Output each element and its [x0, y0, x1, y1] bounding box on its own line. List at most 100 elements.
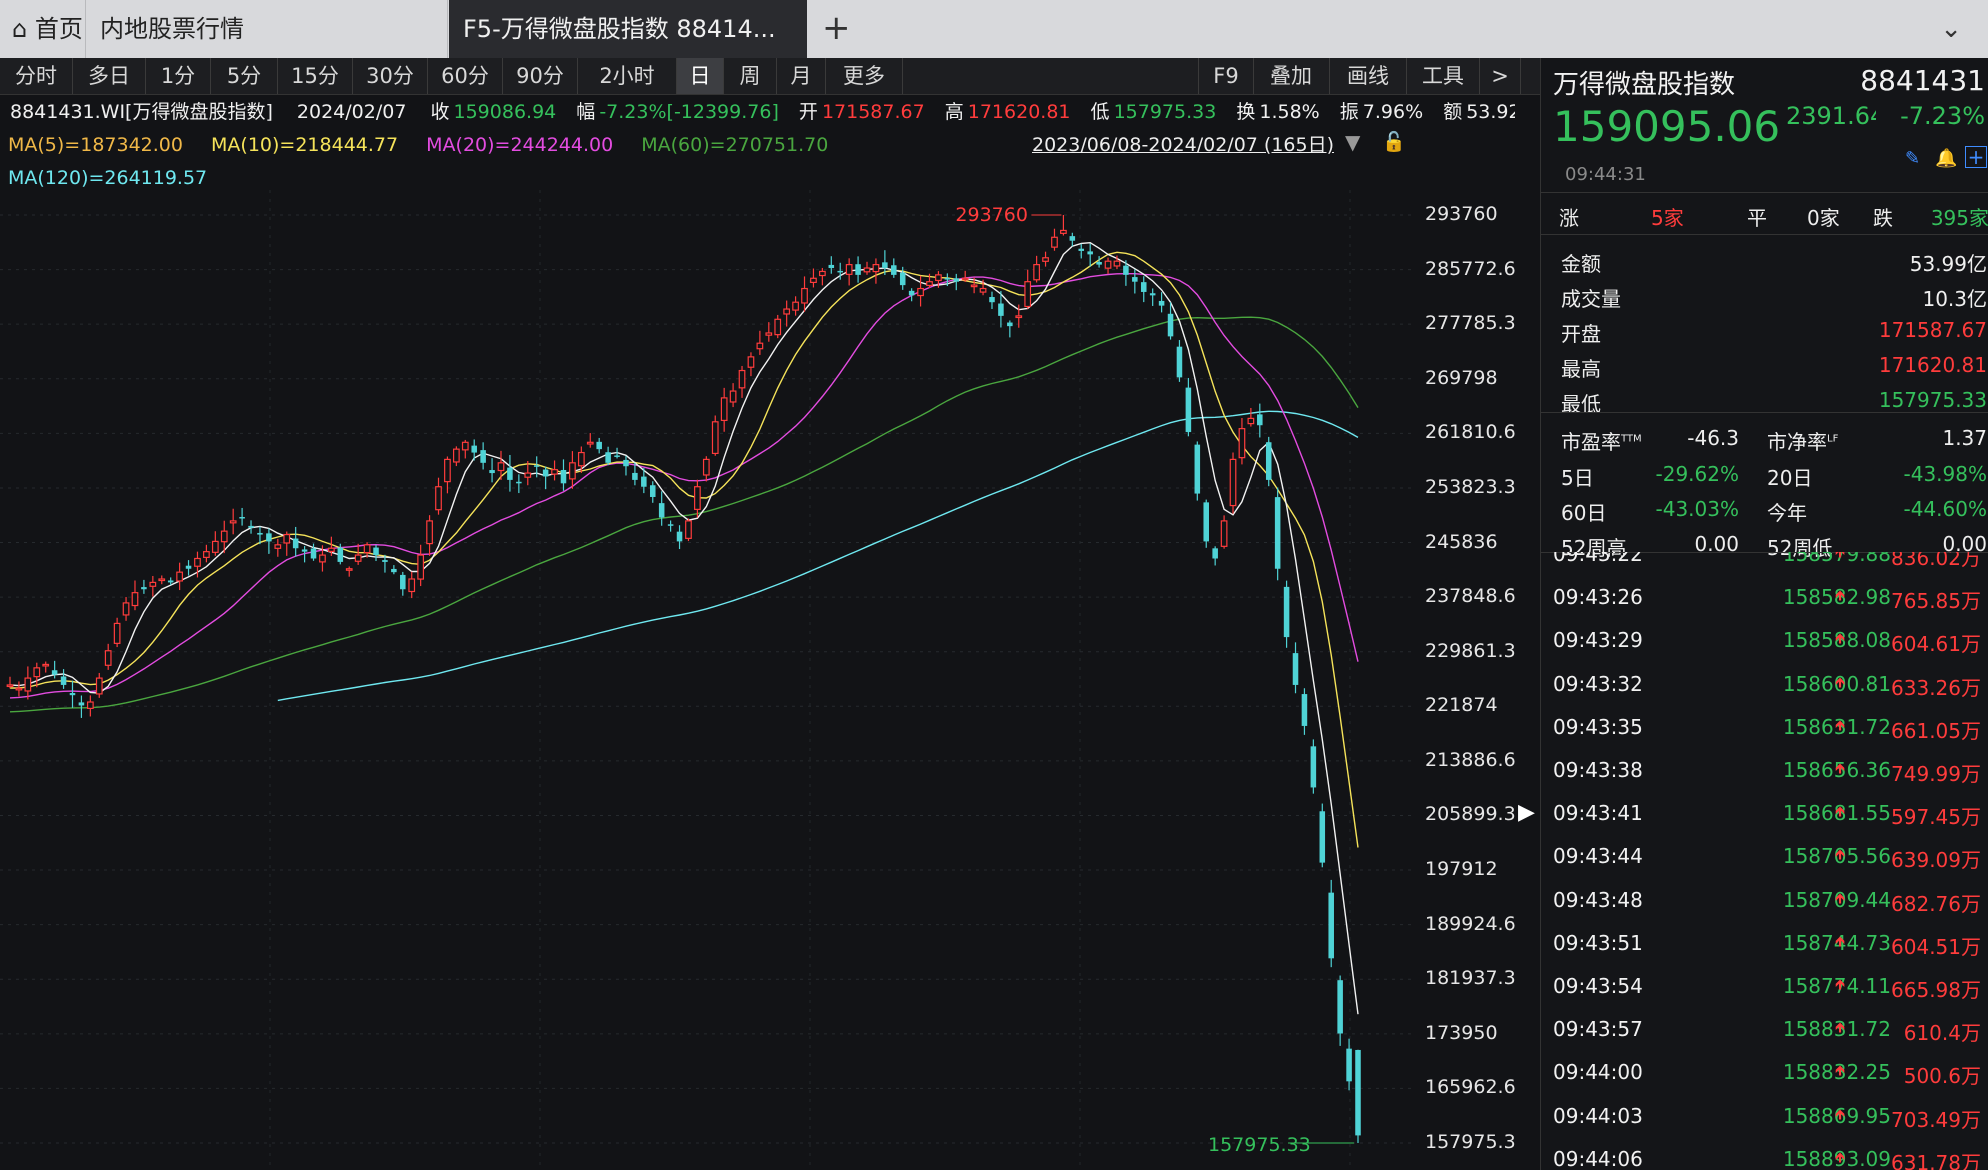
period-monthly[interactable]: 月 [777, 58, 826, 94]
candle [845, 258, 853, 286]
return-value: -44.60% [1903, 497, 1987, 521]
candle-body [131, 592, 139, 607]
candle-body [882, 262, 888, 269]
up-arrow-icon: 🡹 [1835, 977, 1846, 993]
close-value: 159086.94 [453, 101, 557, 123]
candle [1060, 215, 1067, 236]
tab-mainland-stocks[interactable]: 内地股票行情 [88, 0, 448, 58]
candle-body [345, 568, 353, 571]
candle-body [872, 264, 880, 273]
tick-list[interactable]: 09:43:22 158579.88 🡹 836.02万 09:43:26 158582.… [1541, 552, 1988, 1170]
period-intraday[interactable]: 分时 [0, 58, 73, 94]
new-tab-icon[interactable]: + [822, 8, 851, 48]
draw-line-button[interactable]: 画线 [1330, 58, 1407, 94]
tools-button[interactable]: 工具 [1407, 58, 1480, 94]
candle [801, 276, 808, 312]
candle [702, 456, 710, 482]
return-value: -43.03% [1655, 497, 1739, 521]
period-2hour[interactable]: 2小时 [578, 58, 677, 94]
high-label: 高 [944, 101, 964, 123]
candle [569, 451, 576, 489]
period-15min[interactable]: 15分 [278, 58, 353, 94]
tick-price: 158744.73 [1782, 930, 1891, 955]
candle [623, 455, 629, 476]
amplitude-label: 振 [1339, 101, 1359, 123]
chg-label: 幅 [576, 101, 596, 123]
low-value: 157975.33 [1113, 101, 1217, 123]
tab-home[interactable]: ⌂ 首页 [0, 0, 86, 58]
candle-body [649, 485, 656, 497]
overlay-button[interactable]: 叠加 [1253, 58, 1330, 94]
candle [1310, 739, 1317, 794]
add-watchlist-icon[interactable]: + [1965, 146, 1987, 168]
edit-icon[interactable]: ✎ [1905, 148, 1920, 169]
period-30min[interactable]: 30分 [353, 58, 428, 94]
candle-body [1212, 548, 1218, 559]
period-daily[interactable]: 日 [677, 58, 724, 94]
more-arrow-button[interactable]: > [1480, 58, 1521, 94]
lock-icon[interactable]: 🔓 [1382, 130, 1406, 153]
ma20-line [9, 273, 1359, 699]
period-weekly[interactable]: 周 [724, 58, 777, 94]
candle-body [1140, 282, 1147, 292]
candle [292, 526, 299, 557]
tick-row: 09:44:00 158832.25 🡹 500.6万 [1541, 1050, 1988, 1093]
candle-body [176, 571, 183, 582]
candle [435, 477, 442, 515]
period-multiday[interactable]: 多日 [73, 58, 146, 94]
f9-button[interactable]: F9 [1198, 58, 1254, 94]
candle-body [310, 548, 317, 559]
kline-chart[interactable]: 293760 157975.33 [0, 190, 1515, 1170]
candle-body [122, 602, 130, 616]
range-dropdown-icon[interactable]: ▼ [1345, 130, 1360, 154]
candle-body [444, 458, 451, 483]
chevron-down-icon[interactable]: ⌄ [1940, 14, 1962, 44]
candle-body [266, 533, 272, 542]
tick-row: 09:43:41 158681.55 🡹 597.45万 [1541, 791, 1988, 834]
candle-body [328, 547, 335, 552]
candle-body [1007, 322, 1013, 327]
breadth-flat-label: 平 [1747, 206, 1767, 230]
period-1min[interactable]: 1分 [146, 58, 211, 94]
tick-time: 09:43:48 [1553, 887, 1643, 912]
candle-body [1087, 251, 1093, 255]
amount-value: 53.92 [1466, 101, 1515, 123]
candle [1229, 452, 1237, 514]
ma10-label: MA(10)=218444.77 [211, 134, 399, 156]
tab-f5-index[interactable]: F5-万得微盘股指数 88414... [449, 0, 807, 58]
candle-body [863, 267, 871, 273]
candle-body [1346, 1048, 1352, 1082]
candle [1265, 436, 1272, 487]
security-code: 8841431.WI[万得微盘股指数] [10, 101, 273, 123]
stat-value: 171620.81 [1878, 353, 1987, 377]
candle [961, 270, 969, 282]
alert-bell-icon[interactable]: 🔔 [1935, 148, 1957, 169]
candle [507, 454, 513, 492]
period-90min[interactable]: 90分 [503, 58, 578, 94]
candle [1042, 251, 1049, 267]
candle-body [961, 277, 969, 281]
candle [1078, 243, 1085, 259]
candle [185, 560, 192, 576]
candle [863, 261, 871, 275]
period-5min[interactable]: 5分 [211, 58, 278, 94]
date-range[interactable]: 2023/06/08-2024/02/07 (165日) [1032, 130, 1334, 157]
period-more[interactable]: 更多 [826, 58, 903, 94]
up-arrow-icon: 🡹 [1835, 588, 1846, 605]
tick-amount: 604.51万 [1891, 934, 1981, 959]
candle [1337, 975, 1343, 1046]
tick-row: 09:43:35 158631.72 🡹 661.05万 [1541, 705, 1988, 748]
tick-row: 09:44:06 158893.09 🡹 631.78万 [1541, 1137, 1988, 1170]
candle-body [113, 622, 121, 644]
axis-tick-label: 197912 [1425, 858, 1498, 881]
axis-tick-label: 285772.6 [1425, 257, 1516, 280]
candle-body [935, 274, 942, 282]
tick-time: 09:44:00 [1553, 1060, 1643, 1085]
stat-row: 金额 53.99亿 [1541, 242, 1988, 278]
period-60min[interactable]: 60分 [428, 58, 503, 94]
expand-panel-icon[interactable]: ▶ [1518, 800, 1535, 825]
candle [1024, 269, 1032, 309]
candle [1257, 403, 1263, 438]
candle-body [837, 270, 843, 273]
candle [747, 352, 755, 377]
